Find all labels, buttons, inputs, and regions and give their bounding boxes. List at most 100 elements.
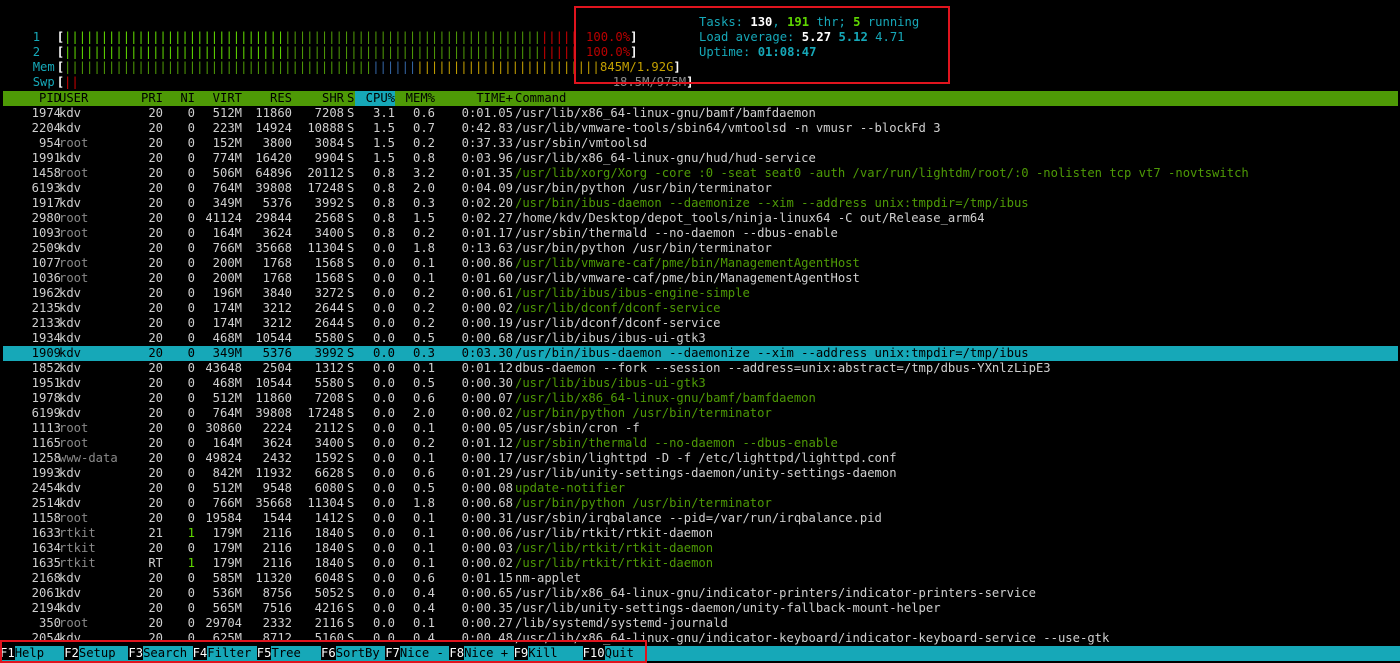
process-res: 3212 (262, 316, 292, 330)
col-pid[interactable]: PID (3, 91, 61, 106)
process-row[interactable]: 2194 kdv 20 0 565M 7516 4216 S 0.0 0.4 0:00.35/usr… (3, 601, 1398, 616)
process-row[interactable]: 1077 root 20 0 200M 1768 1568 S 0.0 0.1 0:00.86/us… (3, 256, 1398, 271)
col-shr[interactable]: SHR (292, 91, 344, 106)
process-row[interactable]: 2168 kdv 20 0 585M 11320 6048 S 0.0 0.6 0:01.15 nm-… (3, 571, 1398, 586)
process-virt: 179M (212, 526, 242, 540)
process-user: root (59, 511, 89, 525)
process-row[interactable]: 1158 root 20 0 19584 1544 1412 S 0.0 0.1 0:00.31/u… (3, 511, 1398, 526)
process-mem: 0.1 (412, 541, 435, 555)
process-row[interactable]: 1635 rtkit RT 1 179M 2116 1840 S 0.0 0.1 0:00.02/u… (3, 556, 1398, 571)
process-row[interactable]: 6199 kdv 20 0 764M 39808 17248 S 0.0 2.0 0:00.02/u… (3, 406, 1398, 421)
process-cpu: 0.0 (372, 286, 395, 300)
process-time: 0:00.68 (461, 496, 513, 510)
process-row[interactable]: 2454 kdv 20 0 512M 9548 6080 S 0.0 0.5 0:00.08 upda… (3, 481, 1398, 496)
process-pri: 20 (148, 376, 163, 390)
process-cpu: 0.0 (372, 616, 395, 630)
process-command: /usr/bin/python /usr/bin/terminator (515, 406, 772, 420)
process-user: root (59, 211, 89, 225)
process-time: 0:00.30 (461, 376, 513, 390)
process-time: 0:00.06 (461, 526, 513, 540)
process-row[interactable]: 1962 kdv 20 0 196M 3840 3272 S 0.0 0.2 0:00.61/usr… (3, 286, 1398, 301)
process-shr: 2112 (314, 421, 344, 435)
col-pri[interactable]: PRI (131, 91, 163, 106)
process-state: S (347, 256, 355, 270)
process-row[interactable]: 1993 kdv 20 0 842M 11932 6628 S 0.0 0.6 0:01.29/us… (3, 466, 1398, 481)
process-row[interactable]: 1165 root 20 0 164M 3624 3400 S 0.0 0.2 0:01.12/us… (3, 436, 1398, 451)
process-user: kdv (59, 376, 82, 390)
process-row[interactable]: 1633 rtkit 21 1 179M 2116 1840 S 0.0 0.1 0:00.06/u… (3, 526, 1398, 541)
process-state: S (347, 586, 355, 600)
process-mem: 0.1 (412, 556, 435, 570)
col-cpu[interactable]: CPU% (355, 91, 395, 106)
process-res: 3212 (262, 301, 292, 315)
process-state: S (347, 196, 355, 210)
col-command[interactable]: Command (515, 91, 566, 106)
process-row[interactable]: 1934 kdv 20 0 468M 10544 5580 S 0.0 0.5 0:00.68/us… (3, 331, 1398, 346)
process-virt: 164M (212, 226, 242, 240)
process-row[interactable]: 2061 kdv 20 0 536M 8756 5052 S 0.0 0.4 0:00.65/usr… (3, 586, 1398, 601)
process-row[interactable]: 2135 kdv 20 0 174M 3212 2644 S 0.0 0.2 0:00.02/usr… (3, 301, 1398, 316)
process-row[interactable]: 1093 root 20 0 164M 3624 3400 S 0.8 0.2 0:01.17/us… (3, 226, 1398, 241)
process-time: 0:00.65 (461, 586, 513, 600)
process-time: 0:02.27 (461, 211, 513, 225)
col-virt[interactable]: VIRT (195, 91, 242, 106)
process-user: kdv (59, 331, 82, 345)
process-row[interactable]: 954 root 20 0 152M 3800 3084 S 1.5 0.2 0:37.33/usr… (3, 136, 1398, 151)
process-res: 16420 (255, 151, 292, 165)
col-user[interactable]: USER (59, 91, 88, 106)
process-shr: 5052 (314, 586, 344, 600)
process-virt: 174M (212, 301, 242, 315)
process-ni: 0 (187, 421, 195, 435)
process-pid: 1077 (31, 256, 61, 270)
process-row[interactable]: 1036 root 20 0 200M 1768 1568 S 0.0 0.1 0:01.60/us… (3, 271, 1398, 286)
process-res: 2504 (262, 361, 292, 375)
process-mem: 0.5 (412, 481, 435, 495)
process-row[interactable]: 1974 kdv 20 0 512M 11860 7208 S 3.1 0.6 0:01.05/us… (3, 106, 1398, 121)
process-pid: 1158 (31, 511, 61, 525)
process-virt: 468M (212, 376, 242, 390)
process-ni: 0 (187, 601, 195, 615)
process-row[interactable]: 6193 kdv 20 0 764M 39808 17248 S 0.8 2.0 0:04.09/u… (3, 181, 1398, 196)
process-pid: 1634 (31, 541, 61, 555)
col-time[interactable]: TIME+ (439, 91, 513, 106)
process-res: 11860 (255, 391, 292, 405)
process-row[interactable]: 350 root 20 0 29704 2332 2116 S 0.0 0.1 0:00.27/li… (3, 616, 1398, 631)
process-pid: 1951 (31, 376, 61, 390)
process-row[interactable]: 1458 root 20 0 506M 64896 20112 S 0.8 3.2 0:01.35/… (3, 166, 1398, 181)
process-ni: 0 (187, 151, 195, 165)
process-ni: 0 (187, 451, 195, 465)
process-row[interactable]: 1634 rtkit 20 0 179M 2116 1840 S 0.0 0.1 0:00.03/u… (3, 541, 1398, 556)
process-row[interactable]: 1917 kdv 20 0 349M 5376 3992 S 0.8 0.3 0:02.20/usr… (3, 196, 1398, 211)
process-virt: 766M (212, 496, 242, 510)
process-ni: 0 (187, 331, 195, 345)
process-ni: 0 (187, 586, 195, 600)
process-row[interactable]: 1909 kdv 20 0 349M 5376 3992 S 0.0 0.3 0:03.30/usr… (3, 346, 1398, 361)
col-mem[interactable]: MEM% (395, 91, 435, 106)
process-row[interactable]: 2133 kdv 20 0 174M 3212 2644 S 0.0 0.2 0:00.19/usr… (3, 316, 1398, 331)
process-res: 3624 (262, 436, 292, 450)
process-row[interactable]: 1852 kdv 20 0 43648 2504 1312 S 0.0 0.1 0:01.12 dbu… (3, 361, 1398, 376)
process-mem: 1.8 (412, 496, 435, 510)
process-row[interactable]: 1951 kdv 20 0 468M 10544 5580 S 0.0 0.5 0:00.30/us… (3, 376, 1398, 391)
process-row[interactable]: 1991 kdv 20 0 774M 16420 9904 S 1.5 0.8 0:03.96/us… (3, 151, 1398, 166)
process-ni: 0 (187, 181, 195, 195)
process-row[interactable]: 2204 kdv 20 0 223M 14924 10888 S 1.5 0.7 0:42.83/u… (3, 121, 1398, 136)
process-row[interactable]: 1258 www-data 20 0 49824 2432 1592 S 0.0 0.1 0:00.… (3, 451, 1398, 466)
col-res[interactable]: RES (242, 91, 292, 106)
col-state[interactable]: S (347, 91, 354, 106)
process-mem: 0.5 (412, 331, 435, 345)
process-row[interactable]: 2509 kdv 20 0 766M 35668 11304 S 0.0 1.8 0:13.63/u… (3, 241, 1398, 256)
col-ni[interactable]: NI (163, 91, 195, 106)
process-res: 9548 (262, 481, 292, 495)
process-row[interactable]: 2514 kdv 20 0 766M 35668 11304 S 0.0 1.8 0:00.68/u… (3, 496, 1398, 511)
process-row[interactable]: 1978 kdv 20 0 512M 11860 7208 S 0.0 0.6 0:00.07/us… (3, 391, 1398, 406)
process-ni: 0 (187, 391, 195, 405)
process-pid: 350 (38, 616, 61, 630)
process-cpu: 0.8 (372, 211, 395, 225)
process-shr: 11304 (307, 241, 344, 255)
process-command: /usr/lib/xorg/Xorg -core :0 -seat seat0 … (515, 166, 1249, 180)
process-pid: 1258 (31, 451, 61, 465)
process-cpu: 0.0 (372, 271, 395, 285)
process-row[interactable]: 1113 root 20 0 30860 2224 2112 S 0.0 0.1 0:00.05/u… (3, 421, 1398, 436)
process-row[interactable]: 2980 root 20 0 41124 29844 2568 S 0.8 1.5 0:02.27/… (3, 211, 1398, 226)
